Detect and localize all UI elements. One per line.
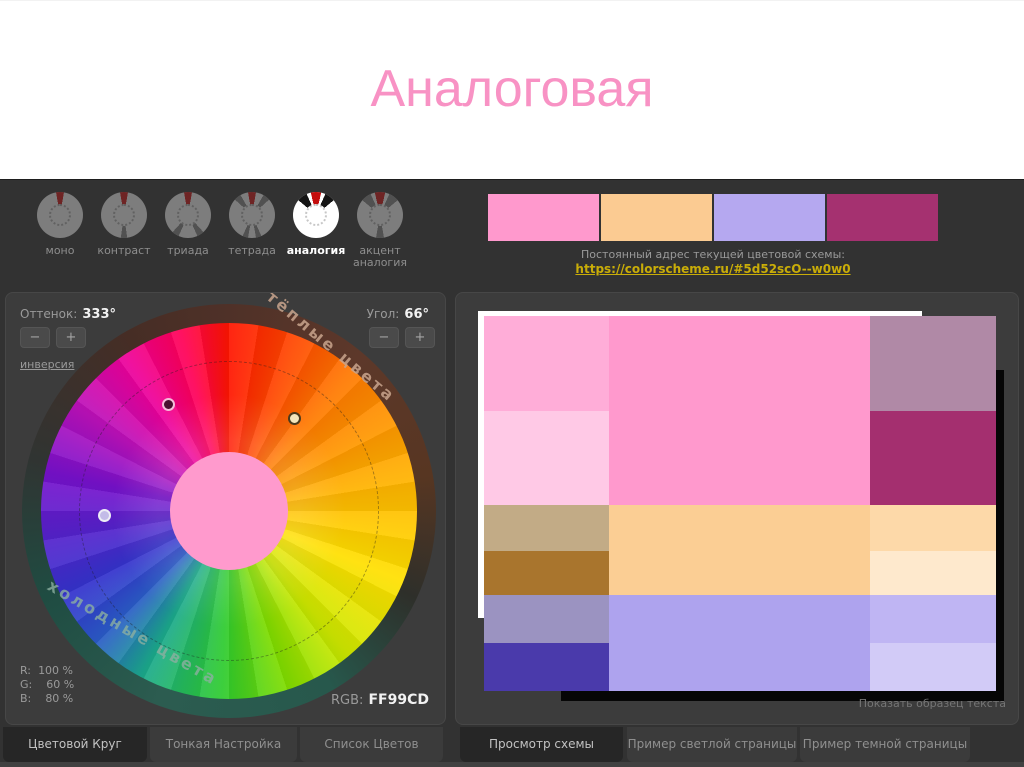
scheme-swatches — [488, 194, 938, 241]
angle-minus-button[interactable]: − — [369, 327, 399, 348]
show-sample-text-link[interactable]: Показать образец текста — [859, 697, 1006, 710]
swatch-dark[interactable] — [827, 194, 938, 241]
tab-color-list[interactable]: Список Цветов — [300, 727, 443, 762]
hue-plus-button[interactable]: + — [56, 327, 86, 348]
color-wheel-panel: Оттенок: 333° Угол: 66° − + − + инверсия… — [5, 292, 446, 725]
triad-dial-icon — [165, 192, 211, 238]
rgb-percent-readout: R: 100 % G: 60 % B: 80 % — [20, 664, 75, 705]
scheme-block-r1 — [870, 316, 996, 411]
scheme-block-m2 — [609, 505, 870, 595]
contrast-dial-icon — [101, 192, 147, 238]
invert-link[interactable]: инверсия — [20, 358, 74, 371]
selected-color-circle — [170, 452, 288, 570]
slide-title: Аналоговая — [370, 60, 654, 118]
scheme-preview-mosaic — [484, 316, 996, 691]
mode-triad-button[interactable]: триада — [156, 192, 220, 269]
mode-mono-button[interactable]: моно — [28, 192, 92, 269]
tab-color-wheel[interactable]: Цветовой Круг — [3, 727, 147, 762]
scheme-block-r5 — [870, 595, 996, 643]
cool-color-marker[interactable] — [98, 509, 111, 522]
swatch-cool[interactable] — [714, 194, 825, 241]
swatch-primary[interactable] — [488, 194, 599, 241]
scheme-block-l4 — [484, 551, 609, 595]
mode-analog-button[interactable]: аналогия — [284, 192, 348, 269]
scheme-block-m1 — [609, 316, 870, 505]
scheme-block-l1 — [484, 316, 609, 411]
analog-dial-icon — [293, 192, 339, 238]
tab-dark-page-example[interactable]: Пример темной страницы — [800, 727, 970, 762]
mono-dial-icon — [37, 192, 83, 238]
scheme-block-r2 — [870, 411, 996, 505]
scheme-preview-panel: Показать образец текста — [455, 292, 1019, 725]
permalink-caption: Постоянный адрес текущей цветовой схемы: — [580, 248, 845, 261]
primary-color-marker[interactable] — [162, 398, 175, 411]
hue-minus-button[interactable]: − — [20, 327, 50, 348]
accent-analog-dial-icon — [357, 192, 403, 238]
scheme-block-r3 — [870, 505, 996, 551]
mode-contrast-button[interactable]: контраст — [92, 192, 156, 269]
scheme-block-r6 — [870, 643, 996, 691]
tab-light-page-example[interactable]: Пример светлой страницы — [627, 727, 797, 762]
warm-color-marker[interactable] — [288, 412, 301, 425]
permalink-url[interactable]: https://colorscheme.ru/#5d52scO--w0w0 — [463, 262, 963, 276]
scheme-block-m3 — [609, 595, 870, 691]
angle-plus-button[interactable]: + — [405, 327, 435, 348]
scheme-block-r4 — [870, 551, 996, 595]
angle-readout: Угол: 66° — [366, 307, 429, 322]
slide: Аналоговая моно контраст триада тетрада — [0, 0, 1024, 767]
tetrad-dial-icon — [229, 192, 275, 238]
scheme-block-l6 — [484, 643, 609, 691]
scheme-block-l5 — [484, 595, 609, 643]
color-scheme-app: моно контраст триада тетрада аналогия ак… — [0, 179, 1024, 767]
tab-scheme-preview[interactable]: Просмотр схемы — [460, 727, 623, 762]
rgb-hex-readout: RGB: FF99CD — [330, 692, 429, 708]
scheme-block-l2 — [484, 411, 609, 505]
bottom-strip — [0, 762, 1024, 767]
swatch-warm[interactable] — [601, 194, 712, 241]
mode-accent-analog-button[interactable]: акцент аналогия — [348, 192, 412, 269]
mode-tetrad-button[interactable]: тетрада — [220, 192, 284, 269]
scheme-mode-toolbar: моно контраст триада тетрада аналогия ак… — [28, 192, 412, 269]
hue-readout: Оттенок: 333° — [20, 307, 117, 322]
tab-fine-tuning[interactable]: Тонкая Настройка — [150, 727, 297, 762]
scheme-block-l3 — [484, 505, 609, 551]
